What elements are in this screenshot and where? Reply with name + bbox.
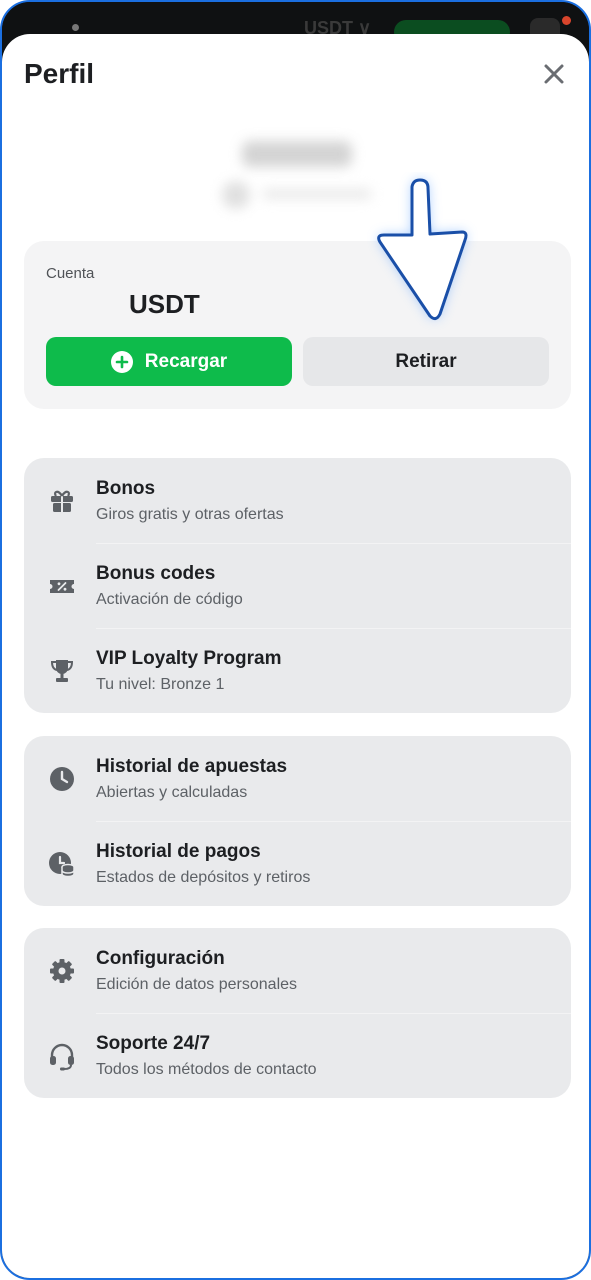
withdraw-label: Retirar: [395, 350, 457, 372]
menu-item-payment-history[interactable]: Historial de pagos Estados de depósitos …: [24, 821, 571, 906]
menu-item-title: Configuración: [96, 948, 225, 969]
clock-icon: [50, 767, 74, 791]
menu-item-subtitle: Abiertas y calculadas: [96, 784, 248, 801]
menu-dot: [72, 24, 79, 31]
headset-icon: [50, 1043, 74, 1071]
menu-item-subtitle: Estados de depósitos y retiros: [96, 869, 311, 886]
menu-item-subtitle: Tu nivel: Bronze 1: [96, 676, 225, 693]
page-title: Perfil: [24, 58, 95, 89]
blurred-user-info: [192, 129, 402, 219]
account-currency: USDT: [129, 289, 200, 319]
menu-item-subtitle: Todos los métodos de contacto: [96, 1061, 317, 1078]
menu-item-settings[interactable]: Configuración Edición de datos personale…: [24, 928, 571, 1013]
menu-item-title: Bonus codes: [96, 563, 216, 584]
plus-circle-icon: [110, 350, 133, 373]
account-card: Cuenta USDT Recargar Retirar: [24, 241, 571, 409]
close-icon: [544, 64, 564, 84]
menu-item-subtitle: Edición de datos personales: [96, 976, 298, 993]
menu-item-subtitle: Giros gratis y otras ofertas: [96, 506, 284, 523]
trophy-icon: [50, 660, 74, 682]
menu-item-title: Soporte 24/7: [96, 1033, 211, 1054]
menu-item-vip-loyalty[interactable]: VIP Loyalty Program Tu nivel: Bronze 1: [24, 628, 571, 713]
rewards-menu-card: Bonos Giros gratis y otras ofertas Bonus…: [24, 458, 571, 713]
ticket-icon: [50, 580, 74, 593]
menu-item-title: Historial de pagos: [96, 841, 261, 862]
app-frame: USDT ∨ Perfil Cuenta USDT Recargar Retir…: [0, 0, 591, 1280]
account-label: Cuenta: [46, 265, 95, 282]
deposit-label: Recargar: [144, 350, 228, 372]
settings-menu-card: Configuración Edición de datos personale…: [24, 928, 571, 1098]
menu-item-title: Bonos: [96, 478, 156, 499]
notification-dot: [562, 16, 571, 25]
close-button[interactable]: [540, 60, 568, 88]
menu-item-title: Historial de apuestas: [96, 756, 288, 777]
history-menu-card: Historial de apuestas Abiertas y calcula…: [24, 736, 571, 906]
gift-icon: [51, 490, 73, 512]
deposit-button[interactable]: Recargar: [46, 337, 292, 386]
menu-item-bonus-codes[interactable]: Bonus codes Activación de código: [24, 543, 571, 628]
gear-icon: [50, 959, 74, 983]
menu-item-support[interactable]: Soporte 24/7 Todos los métodos de contac…: [24, 1013, 571, 1098]
menu-item-bonos[interactable]: Bonos Giros gratis y otras ofertas: [24, 458, 571, 543]
withdraw-button[interactable]: Retirar: [303, 337, 549, 386]
menu-item-title: VIP Loyalty Program: [96, 648, 282, 669]
menu-item-subtitle: Activación de código: [96, 591, 243, 608]
profile-sheet: Perfil Cuenta USDT Recargar Retirar Bono…: [2, 34, 589, 1278]
menu-item-bet-history[interactable]: Historial de apuestas Abiertas y calcula…: [24, 736, 571, 821]
payment-history-icon: [49, 852, 75, 878]
